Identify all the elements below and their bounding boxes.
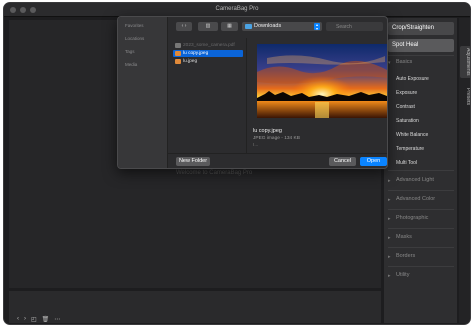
chevron-left-icon[interactable]: ‹ [17, 316, 19, 323]
tab-presets[interactable]: Presets [460, 88, 470, 105]
contrast-item[interactable]: Contrast [396, 104, 415, 110]
divider [388, 170, 454, 171]
folder-icon [245, 24, 252, 29]
multi-tool-item[interactable]: Multi Tool [396, 160, 417, 166]
file-name: 2023_some_camera.pdf [183, 43, 235, 48]
divider [388, 266, 454, 267]
file-row[interactable]: 2023_some_camera.pdf [173, 42, 243, 49]
columns-view-icon: ▥ [205, 23, 211, 29]
more-icon[interactable]: ⋯ [54, 316, 60, 323]
tab-adjustments[interactable]: Adjustments [460, 46, 470, 78]
grid-icon: ▦ [227, 23, 232, 29]
new-folder-button[interactable]: New Folder [176, 157, 210, 166]
dialog-sidebar: Favorites Locations Tags Media [118, 17, 168, 168]
chevron-right-icon[interactable]: ▸ [388, 197, 391, 203]
group-button[interactable]: ▦ [221, 22, 238, 31]
location-label: Downloads [254, 23, 282, 29]
location-popup[interactable]: Downloads ▴ ▾ [242, 22, 322, 31]
chevron-right-icon[interactable]: ▸ [388, 254, 391, 260]
spot-heal-button[interactable]: Spot Heal [388, 39, 454, 52]
adjustments-panel: Crop/Straighten Spot Heal ▾ Basics Auto … [384, 18, 457, 323]
title-bar: CameraBag Pro [4, 3, 470, 17]
section-advanced-color[interactable]: Advanced Color [396, 196, 435, 202]
section-borders[interactable]: Borders [396, 253, 415, 259]
divider [388, 190, 454, 191]
search-input[interactable] [326, 22, 383, 31]
sidebar-tags[interactable]: Tags [125, 49, 135, 54]
exposure-item[interactable]: Exposure [396, 90, 417, 96]
file-row[interactable]: lu.jpeg [173, 58, 243, 65]
file-name: lu.jpeg [183, 59, 198, 64]
file-row-selected[interactable]: lu copy.jpeg [173, 50, 243, 57]
back-button[interactable]: ‹ [182, 23, 184, 29]
section-photographic[interactable]: Photographic [396, 215, 428, 221]
divider [388, 228, 454, 229]
view-mode-button[interactable]: ▥ [198, 22, 218, 31]
white-balance-item[interactable]: White Balance [396, 132, 428, 138]
divider [388, 55, 454, 56]
sidebar-favorites[interactable]: Favorites [125, 23, 144, 28]
section-utility[interactable]: Utility [396, 272, 409, 278]
saturation-item[interactable]: Saturation [396, 118, 419, 124]
file-name: lu copy.jpeg [183, 51, 209, 56]
auto-exposure-item[interactable]: Auto Exposure [396, 76, 429, 82]
chevron-up-down-icon: ▴ ▾ [314, 22, 320, 31]
sidebar-locations[interactable]: Locations [125, 36, 144, 41]
file-icon [175, 43, 181, 48]
app-window: CameraBag Pro Welcome to CameraBag Pro ‹… [3, 2, 471, 325]
section-masks[interactable]: Masks [396, 234, 412, 240]
trash-icon[interactable]: 🗑 [42, 316, 50, 323]
crop-icon[interactable]: ◰ [31, 316, 37, 323]
dialog-footer: New Folder Cancel Open [168, 153, 387, 168]
open-file-dialog: Favorites Locations Tags Media ‹ › ▥ ▦ D… [117, 16, 388, 169]
chevron-right-icon[interactable]: › [24, 316, 26, 323]
section-basics[interactable]: Basics [396, 59, 412, 65]
divider [388, 247, 454, 248]
divider [388, 209, 454, 210]
forward-button[interactable]: › [185, 23, 187, 29]
chevron-right-icon[interactable]: ▸ [388, 273, 391, 279]
open-button[interactable]: Open [360, 157, 387, 166]
chevron-right-icon[interactable]: ▸ [388, 235, 391, 241]
sunset-preview-image [257, 44, 387, 118]
file-list: 2023_some_camera.pdf lu copy.jpeg lu.jpe… [169, 40, 245, 156]
image-file-icon [175, 51, 181, 56]
preview-filename: lu copy.jpeg [253, 128, 282, 134]
welcome-caption: Welcome to CameraBag Pro [176, 170, 253, 176]
chevron-down-icon[interactable]: ▾ [388, 60, 391, 66]
sidebar-media[interactable]: Media [125, 62, 137, 67]
back-forward-control[interactable]: ‹ › [176, 22, 192, 31]
cancel-button[interactable]: Cancel [329, 157, 356, 166]
temperature-item[interactable]: Temperature [396, 146, 424, 152]
image-file-icon [175, 59, 181, 64]
preview-metadata: JPEG image - 134 KB [253, 136, 300, 141]
bottom-toolbar: ‹ › ◰ 🗑 ⋯ [9, 291, 381, 323]
chevron-right-icon[interactable]: ▸ [388, 178, 391, 184]
preview-pane: lu copy.jpeg JPEG image - 134 KB I... [246, 38, 387, 153]
panel-tabs: Adjustments Presets [459, 18, 470, 323]
window-title: CameraBag Pro [215, 6, 259, 12]
chevron-right-icon[interactable]: ▸ [388, 216, 391, 222]
section-advanced-light[interactable]: Advanced Light [396, 177, 434, 183]
preview-more-info: I... [253, 143, 259, 148]
crop-straighten-button[interactable]: Crop/Straighten [388, 22, 454, 35]
